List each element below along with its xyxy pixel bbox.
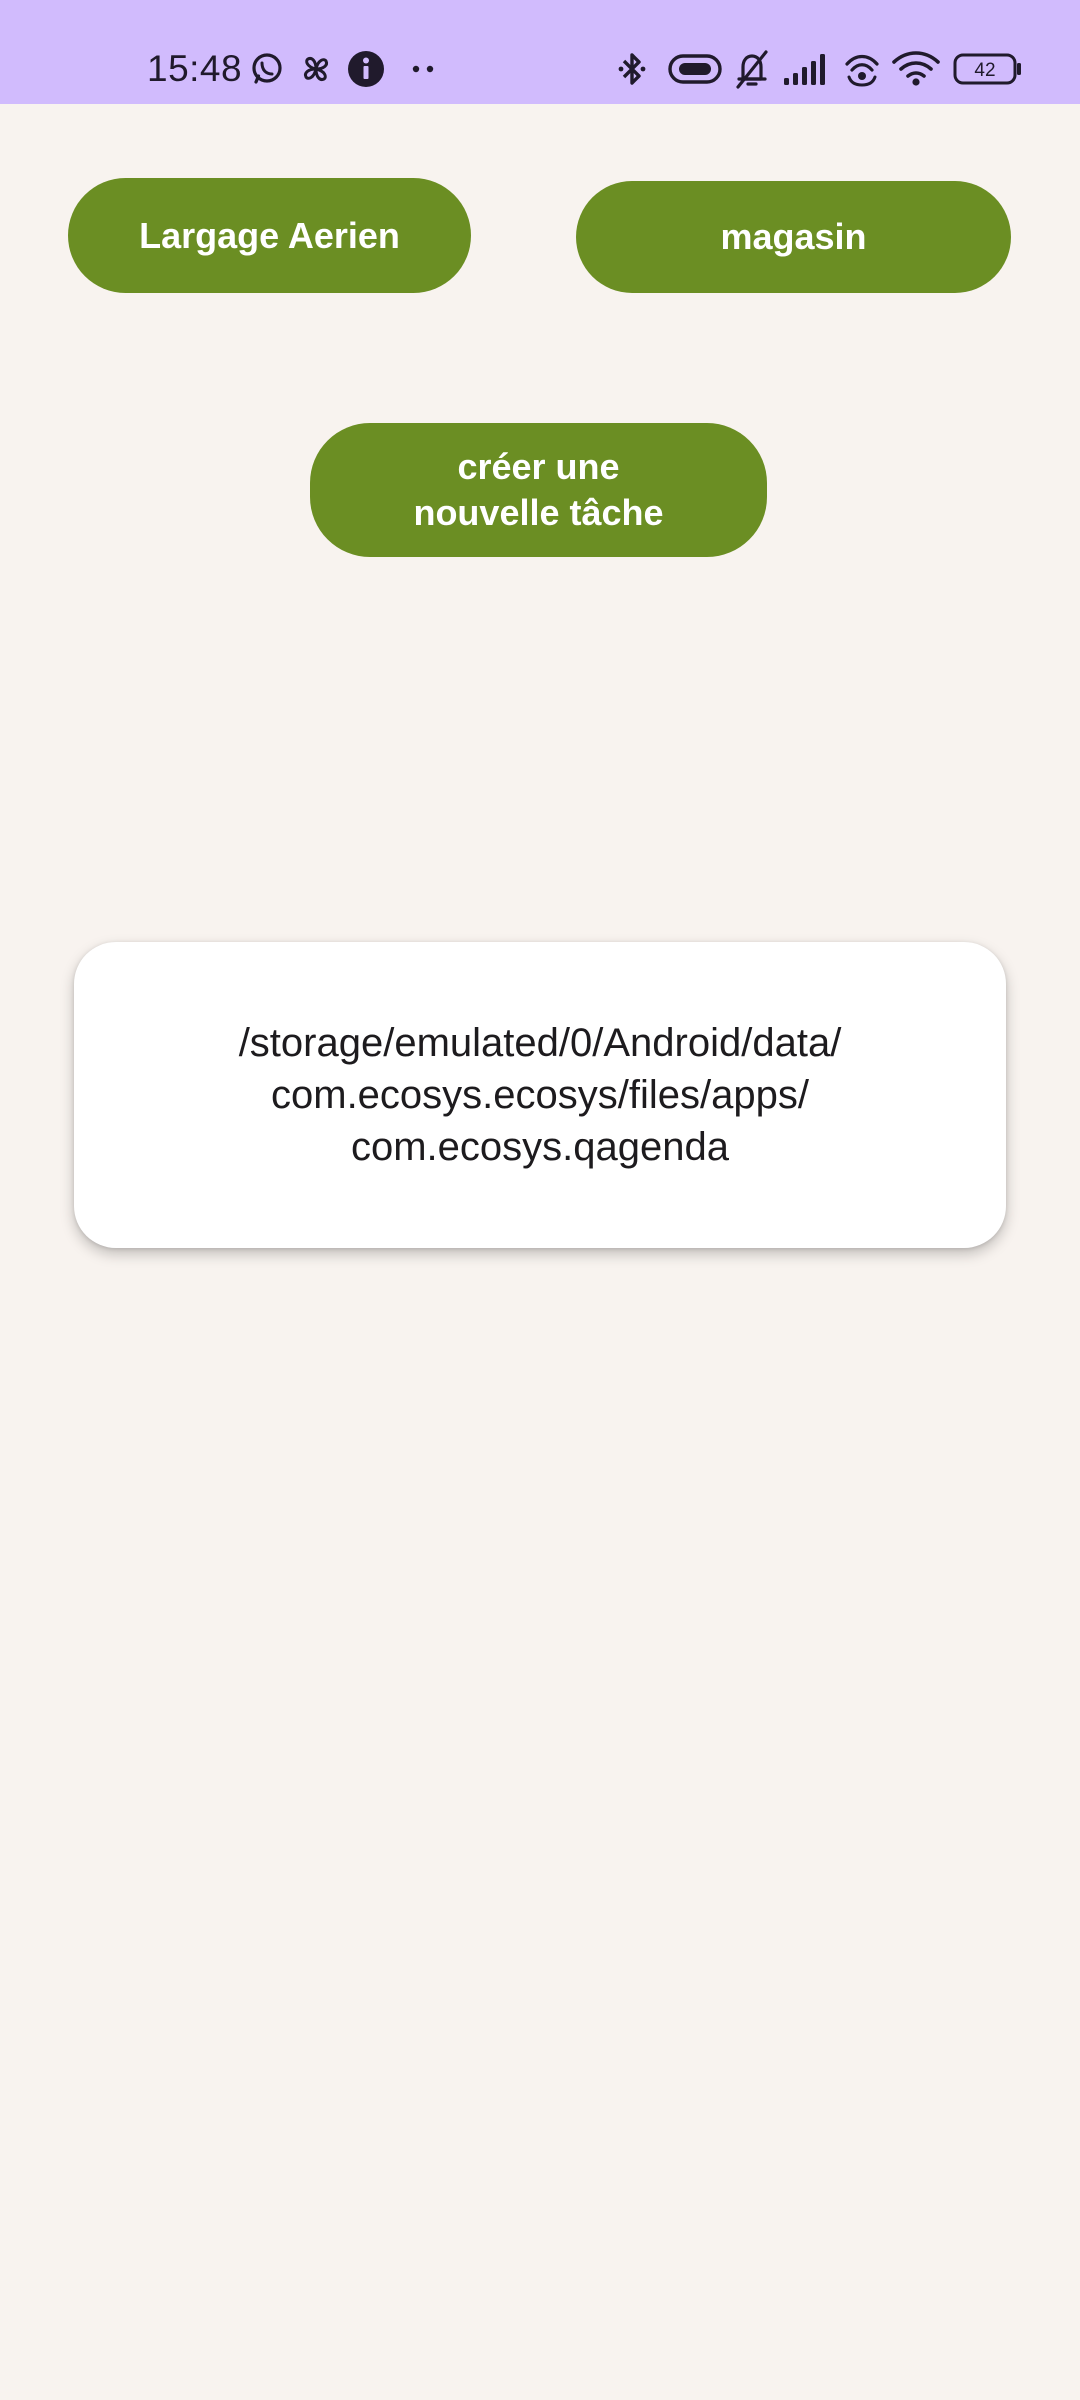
wifi-icon [890, 46, 942, 92]
more-dots-icon [406, 46, 440, 92]
pinwheel-icon [296, 46, 336, 92]
path-card: /storage/emulated/0/Android/data/ com.ec… [74, 942, 1006, 1248]
battery-icon: 42 [952, 46, 1024, 92]
link-icon [666, 46, 724, 92]
hotspot-icon [842, 46, 882, 92]
info-icon [346, 46, 386, 92]
create-task-button[interactable]: créer une nouvelle tâche [310, 423, 767, 557]
signal-icon [781, 46, 833, 92]
bluetooth-icon [614, 46, 650, 92]
battery-level: 42 [974, 60, 995, 81]
largage-aerien-button[interactable]: Largage Aerien [68, 178, 471, 293]
magasin-button[interactable]: magasin [576, 181, 1011, 293]
status-bar: 15:48 42 [0, 0, 1080, 104]
storage-path-text: /storage/emulated/0/Android/data/ com.ec… [238, 1021, 842, 1169]
status-time: 15:48 [147, 48, 243, 89]
whatsapp-icon [248, 46, 286, 92]
bell-off-icon [733, 46, 771, 92]
